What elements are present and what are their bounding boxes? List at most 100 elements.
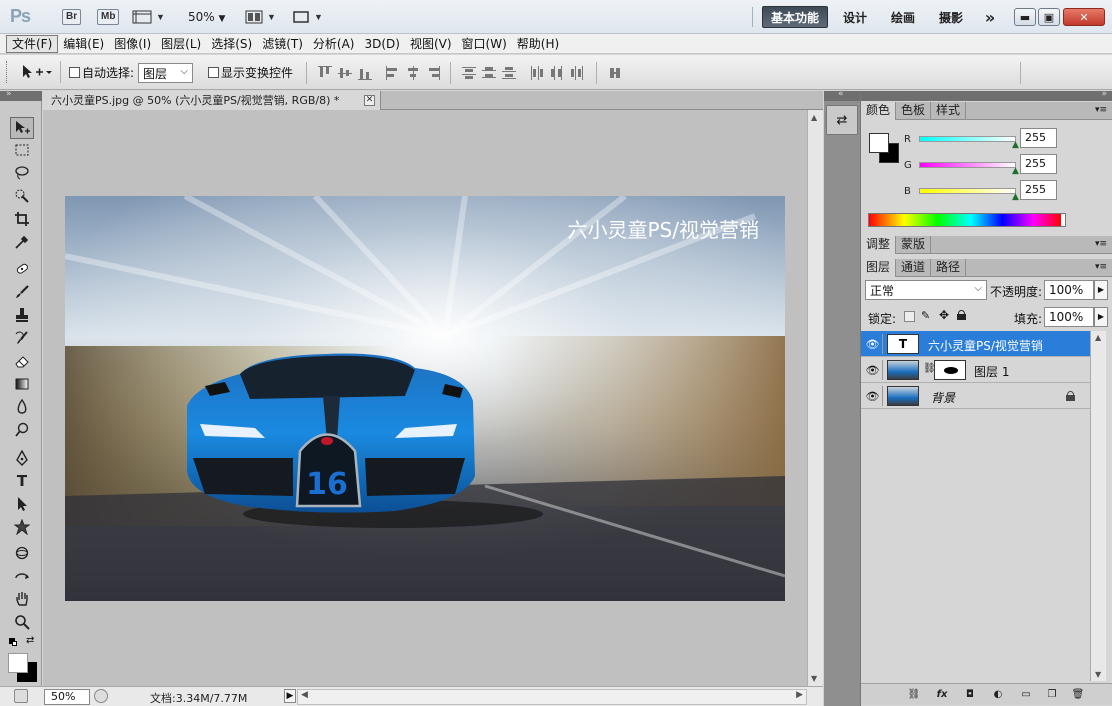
scroll-down-icon[interactable]: ▼ — [1095, 670, 1101, 679]
tab-styles[interactable]: 样式 — [931, 102, 967, 120]
screen-mode-button[interactable]: ▼ — [292, 8, 323, 26]
workspace-essentials-button[interactable]: 基本功能 — [762, 6, 828, 28]
red-value-input[interactable]: 255 — [1020, 128, 1057, 148]
menu-edit[interactable]: 编辑(E) — [58, 35, 109, 53]
blur-tool[interactable] — [10, 396, 34, 418]
menu-image[interactable]: 图像(I) — [109, 35, 156, 53]
layer-row-text[interactable]: 👁 T 六小灵童PS/视觉营销 — [861, 331, 1091, 357]
visibility-eye-icon[interactable]: 👁 — [863, 386, 883, 406]
workspace-design-button[interactable]: 设计 — [838, 6, 872, 28]
arrange-documents-button[interactable]: ▼ — [245, 8, 276, 26]
align-top-edges-icon[interactable] — [318, 66, 332, 80]
color-spectrum-bar[interactable] — [868, 213, 1066, 227]
panel-menu-icon[interactable]: ▾≡ — [1095, 239, 1107, 249]
blend-mode-dropdown[interactable]: 正常 ⌵ — [865, 280, 987, 300]
tab-channels[interactable]: 通道 — [896, 259, 932, 277]
move-tool[interactable] — [10, 117, 34, 139]
distribute-horizontal-centers-icon[interactable] — [550, 66, 564, 80]
spot-healing-brush-tool[interactable] — [10, 258, 34, 280]
3d-rotate-tool[interactable] — [10, 542, 34, 564]
launch-mini-bridge-button[interactable]: Mb — [97, 8, 120, 26]
layer-mask-thumbnail[interactable] — [934, 360, 966, 380]
panels-header[interactable]: » — [861, 89, 1112, 101]
distribute-top-edges-icon[interactable] — [462, 66, 476, 80]
minimize-button[interactable]: ▬ — [1014, 8, 1036, 26]
workspace-painting-button[interactable]: 绘画 — [886, 6, 920, 28]
horizontal-scrollbar[interactable]: ◀ ▶ — [297, 689, 807, 705]
tab-color[interactable]: 颜色 — [861, 102, 897, 120]
menu-select[interactable]: 选择(S) — [206, 35, 257, 53]
menu-help[interactable]: 帮助(H) — [512, 35, 564, 53]
opacity-slider-button[interactable]: ▶ — [1094, 280, 1108, 300]
status-info-icon[interactable] — [94, 689, 108, 703]
grip-handle[interactable] — [6, 61, 9, 83]
green-slider-thumb[interactable]: ▲ — [1012, 166, 1019, 176]
align-left-edges-icon[interactable] — [386, 66, 400, 80]
menu-3d[interactable]: 3D(D) — [359, 35, 404, 53]
distribute-vertical-centers-icon[interactable] — [482, 66, 496, 80]
view-extras-button[interactable]: ▼ — [132, 8, 165, 26]
gradient-tool[interactable] — [10, 373, 34, 395]
green-value-input[interactable]: 255 — [1020, 154, 1057, 174]
layer-style-fx-icon[interactable]: fx — [935, 689, 949, 701]
status-menu-arrow[interactable]: ▶ — [284, 689, 296, 703]
menu-filter[interactable]: 滤镜(T) — [257, 35, 308, 53]
auto-select-target-dropdown[interactable]: 图层 ⌵ — [138, 63, 193, 83]
zoom-tool[interactable] — [10, 611, 34, 633]
auto-select-checkbox[interactable] — [69, 67, 80, 78]
lock-image-pixels-icon[interactable]: ✎ — [921, 309, 930, 322]
lasso-tool[interactable] — [10, 162, 34, 184]
dodge-tool[interactable] — [10, 419, 34, 441]
menu-layer[interactable]: 图层(L) — [156, 35, 206, 53]
path-selection-tool[interactable] — [10, 493, 34, 515]
crop-tool[interactable] — [10, 208, 34, 230]
distribute-bottom-edges-icon[interactable] — [502, 66, 516, 80]
document-tab[interactable]: 六小灵童PS.jpg @ 50% (六小灵童PS/视觉营销, RGB/8) * — [43, 91, 381, 110]
align-right-edges-icon[interactable] — [426, 66, 440, 80]
more-workspaces-button[interactable]: » — [976, 6, 1004, 28]
menu-file[interactable]: 文件(F) — [6, 34, 59, 53]
scroll-up-icon[interactable]: ▲ — [1095, 333, 1101, 342]
layers-scrollbar[interactable]: ▲ ▼ — [1090, 331, 1106, 681]
red-slider-thumb[interactable]: ▲ — [1012, 140, 1019, 150]
rectangular-marquee-tool[interactable] — [10, 139, 34, 161]
eraser-tool[interactable] — [10, 350, 34, 372]
scroll-up-icon[interactable]: ▲ — [811, 113, 817, 122]
status-zoom-field[interactable]: 50% — [44, 689, 90, 705]
vertical-scrollbar[interactable]: ▲ ▼ — [807, 110, 823, 686]
tool-preset-picker[interactable] — [20, 63, 52, 84]
blue-value-input[interactable]: 255 — [1020, 180, 1057, 200]
history-panel-button[interactable]: ⇄ — [826, 105, 858, 135]
hand-tool[interactable] — [10, 588, 34, 610]
close-window-button[interactable]: ✕ — [1063, 8, 1105, 26]
new-group-icon[interactable]: ▭ — [1019, 689, 1033, 701]
workspace-photography-button[interactable]: 摄影 — [934, 6, 968, 28]
visibility-eye-icon[interactable]: 👁 — [863, 360, 883, 380]
show-transform-controls-checkbox[interactable] — [208, 67, 219, 78]
default-colors-icon[interactable] — [9, 638, 17, 646]
link-layers-icon[interactable]: ⛓ — [907, 689, 921, 701]
panel-menu-icon[interactable]: ▾≡ — [1095, 105, 1107, 115]
tab-swatches[interactable]: 色板 — [896, 102, 932, 120]
menu-window[interactable]: 窗口(W) — [457, 35, 512, 53]
menu-view[interactable]: 视图(V) — [405, 35, 457, 53]
custom-shape-tool[interactable] — [10, 516, 34, 538]
swap-colors-icon[interactable]: ⇄ — [26, 635, 34, 646]
add-mask-icon[interactable]: ◘ — [963, 689, 977, 701]
align-horizontal-centers-icon[interactable] — [406, 66, 420, 80]
align-vertical-centers-icon[interactable] — [338, 66, 352, 80]
restore-button[interactable]: ▣ — [1038, 8, 1060, 26]
canvas-image[interactable]: 16 六小灵童PS/视觉营销 — [65, 196, 785, 601]
tools-panel-header[interactable]: » — [0, 89, 42, 101]
foreground-color-swatch[interactable] — [869, 133, 889, 153]
pen-tool[interactable] — [10, 447, 34, 469]
scroll-down-icon[interactable]: ▼ — [811, 674, 817, 683]
new-layer-icon[interactable]: ❐ — [1045, 689, 1059, 701]
align-bottom-edges-icon[interactable] — [358, 66, 372, 80]
clone-stamp-tool[interactable] — [10, 304, 34, 326]
visibility-eye-icon[interactable]: 👁 — [863, 334, 883, 354]
zoom-level-dropdown[interactable]: 50% ▼ — [188, 10, 225, 24]
distribute-right-edges-icon[interactable] — [570, 66, 584, 80]
lock-position-icon[interactable]: ✥ — [939, 308, 949, 322]
auto-align-layers-icon[interactable] — [608, 66, 622, 80]
